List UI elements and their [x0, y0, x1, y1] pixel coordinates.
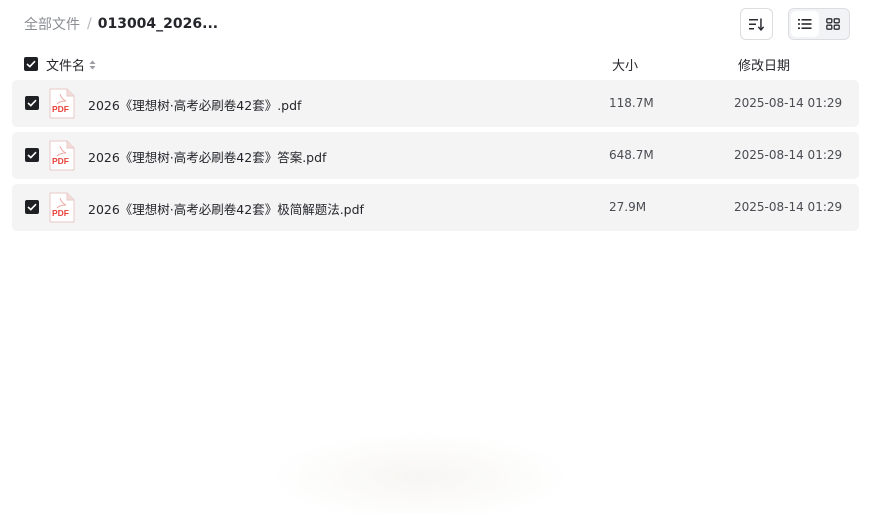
check-icon: [27, 203, 37, 211]
check-icon: [27, 151, 37, 159]
file-modified-date: 2025-08-14 01:29: [734, 148, 843, 162]
sort-button[interactable]: [740, 8, 773, 40]
list-icon: [798, 19, 812, 29]
file-modified-date: 2025-08-14 01:29: [734, 96, 843, 110]
sort-caret-icon: [89, 60, 96, 70]
file-row[interactable]: PDF 2026《理想树·高考必刷卷42套》答案.pdf 648.7M 2025…: [12, 132, 859, 179]
file-modified-date: 2025-08-14 01:29: [734, 200, 843, 214]
svg-text:PDF: PDF: [52, 156, 69, 166]
file-row[interactable]: PDF 2026《理想树·高考必刷卷42套》.pdf 118.7M 2025-0…: [12, 80, 859, 127]
breadcrumb-root-link[interactable]: 全部文件: [24, 14, 80, 34]
file-size: 27.9M: [609, 200, 647, 214]
svg-text:PDF: PDF: [52, 208, 69, 218]
breadcrumb-current-folder: 013004_2026...: [97, 16, 219, 32]
table-header: 文件名 大小 修改日期: [0, 52, 874, 76]
file-browser-page: 全部文件 / 013004_2026... 文件名 大小 修改日期 PDF 20…: [0, 0, 874, 514]
name-column-label: 文件名: [46, 59, 86, 74]
pdf-file-icon: PDF: [49, 88, 75, 119]
check-icon: [27, 99, 37, 107]
background-fade: [270, 432, 570, 514]
size-column-header[interactable]: 大小: [612, 55, 638, 74]
sort-lines-icon: [749, 18, 764, 31]
svg-text:PDF: PDF: [52, 104, 69, 114]
name-column-header[interactable]: 文件名: [46, 55, 96, 74]
file-row[interactable]: PDF 2026《理想树·高考必刷卷42套》极简解题法.pdf 27.9M 20…: [12, 184, 859, 231]
breadcrumb: 全部文件 / 013004_2026...: [24, 14, 218, 34]
file-size: 118.7M: [609, 96, 654, 110]
row-checkbox[interactable]: [25, 148, 39, 162]
pdf-file-icon: PDF: [49, 192, 75, 223]
pdf-file-icon: PDF: [49, 140, 75, 171]
list-view-button[interactable]: [791, 11, 819, 37]
file-name[interactable]: 2026《理想树·高考必刷卷42套》极简解题法.pdf: [88, 199, 364, 218]
row-checkbox[interactable]: [25, 200, 39, 214]
select-all-checkbox[interactable]: [24, 57, 38, 71]
file-name[interactable]: 2026《理想树·高考必刷卷42套》.pdf: [88, 95, 301, 114]
check-icon: [26, 60, 36, 68]
view-mode-toggle: [788, 8, 850, 40]
grid-icon: [826, 18, 840, 30]
file-size: 648.7M: [609, 148, 654, 162]
row-checkbox[interactable]: [25, 96, 39, 110]
grid-view-button[interactable]: [819, 11, 847, 37]
file-name[interactable]: 2026《理想树·高考必刷卷42套》答案.pdf: [88, 147, 326, 166]
breadcrumb-separator: /: [87, 16, 92, 32]
modified-column-header[interactable]: 修改日期: [738, 55, 790, 74]
